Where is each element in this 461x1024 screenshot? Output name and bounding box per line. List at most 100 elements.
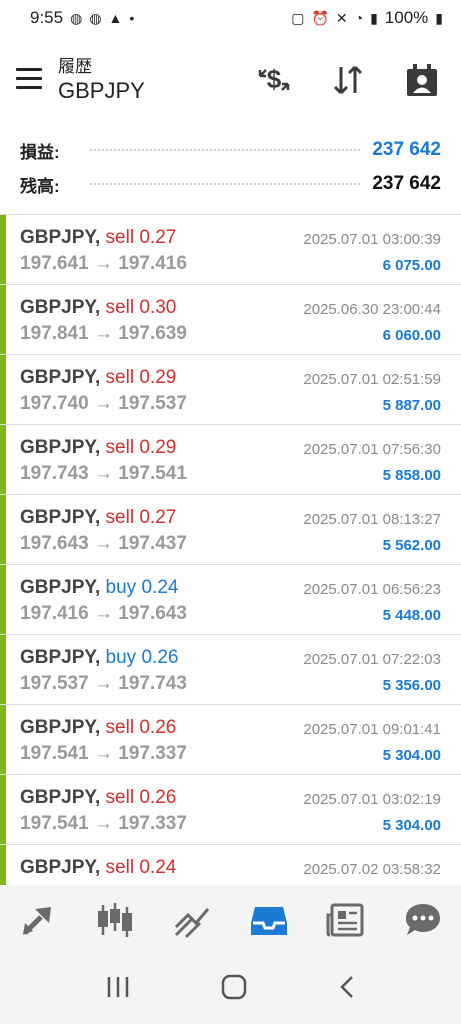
- deal-prices: 197.643 → 197.437: [20, 533, 187, 555]
- status-bar: 9:55 ◍ ◍ ▲ • ▢ ⏰ ✕ ◔ ▮ 100% ▮: [0, 0, 461, 36]
- deal-symbol-line: GBPJPY, sell 0.29: [20, 367, 176, 389]
- deal-close-price: 197.537: [118, 393, 187, 414]
- currency-exchange-svg: $: [258, 64, 290, 94]
- battery-percent: 100%: [384, 8, 429, 27]
- deal-row[interactable]: GBPJPY, buy 0.26 197.537 → 197.743 2025.07…: [0, 635, 461, 705]
- deal-row-accent: [0, 565, 6, 634]
- news-svg: [326, 903, 364, 937]
- deal-profit: 5 304.00: [382, 817, 441, 834]
- deal-open-price: 197.537: [20, 673, 89, 694]
- messenger-icon: ◍: [70, 9, 83, 26]
- sort-icon[interactable]: [328, 60, 368, 100]
- deal-row[interactable]: GBPJPY, buy 0.24 197.416 → 197.643 2025.07…: [0, 565, 461, 635]
- deal-row[interactable]: GBPJPY, sell 0.24 2025.07.02 03:58:32: [0, 845, 461, 885]
- deal-side: sell: [105, 857, 135, 878]
- deal-row-accent: [0, 215, 6, 284]
- trade-icon[interactable]: [15, 897, 61, 943]
- deal-time: 2025.07.01 08:13:27: [303, 511, 441, 528]
- menu-icon[interactable]: [16, 68, 42, 90]
- deal-row[interactable]: GBPJPY, sell 0.26 197.541 → 197.337 2025.0…: [0, 705, 461, 775]
- calendar-account-icon[interactable]: [402, 60, 442, 100]
- profit-label: 損益:: [20, 142, 60, 162]
- deal-row-accent: [0, 495, 6, 564]
- deal-symbol-line: GBPJPY, sell 0.27: [20, 507, 176, 529]
- deal-close-price: 197.337: [118, 743, 187, 764]
- battery-icon: ▮: [435, 9, 443, 26]
- mute-icon: ✕: [335, 9, 348, 26]
- arrow-right-icon: →: [93, 813, 113, 834]
- deal-symbol: GBPJPY,: [20, 437, 101, 458]
- page-title[interactable]: GBPJPY: [58, 78, 145, 104]
- deal-symbol: GBPJPY,: [20, 857, 101, 878]
- deal-prices: 197.841 → 197.639: [20, 323, 187, 345]
- summary-panel: 損益: 237 642 残高: 237 642: [0, 128, 461, 214]
- home-svg: [221, 974, 246, 1000]
- deal-profit: 5 448.00: [382, 607, 441, 624]
- deal-row[interactable]: GBPJPY, sell 0.29 197.743 → 197.541 2025.0…: [0, 425, 461, 495]
- deal-row[interactable]: GBPJPY, sell 0.26 197.541 → 197.337 2025.0…: [0, 775, 461, 845]
- currency-exchange-icon[interactable]: $: [254, 60, 294, 100]
- deal-side: sell: [105, 227, 135, 248]
- deal-side: sell: [105, 717, 135, 738]
- history-icon[interactable]: [246, 897, 292, 943]
- quotes-icon[interactable]: [92, 897, 138, 943]
- wifi-icon: ◔: [354, 10, 364, 26]
- deal-symbol-line: GBPJPY, sell 0.26: [20, 717, 176, 739]
- deal-profit: 5 304.00: [382, 747, 441, 764]
- balance-value: 237 642: [372, 173, 441, 194]
- deal-prices: 197.537 → 197.743: [20, 673, 187, 695]
- deal-row-accent: [0, 705, 6, 774]
- app-bar: 履歴 GBPJPY $: [0, 44, 461, 124]
- signal-icon: ▮: [370, 9, 378, 26]
- deal-row[interactable]: GBPJPY, sell 0.30 197.841 → 197.639 2025.0…: [0, 285, 461, 355]
- deal-volume: 0.27: [139, 507, 177, 528]
- deal-open-price: 197.416: [20, 603, 89, 624]
- deal-time: 2025.06.30 23:00:44: [303, 301, 441, 318]
- arrow-right-icon: →: [93, 323, 113, 344]
- quotes-svg: [98, 903, 133, 937]
- arrow-right-icon: →: [93, 533, 113, 554]
- deal-prices: 197.743 → 197.541: [20, 463, 187, 485]
- deal-open-price: 197.743: [20, 463, 89, 484]
- chart-svg: [175, 908, 210, 939]
- deal-close-price: 197.643: [118, 603, 187, 624]
- deal-symbol-line: GBPJPY, sell 0.27: [20, 227, 176, 249]
- deal-symbol-line: GBPJPY, sell 0.29: [20, 437, 176, 459]
- deal-side: sell: [105, 367, 135, 388]
- chat-icon[interactable]: [400, 897, 446, 943]
- bottom-navigation: [0, 885, 461, 955]
- deal-open-price: 197.740: [20, 393, 89, 414]
- deal-symbol: GBPJPY,: [20, 787, 101, 808]
- deal-prices: 197.541 → 197.337: [20, 743, 187, 765]
- deal-volume: 0.26: [139, 717, 177, 738]
- dot-icon: •: [129, 10, 135, 26]
- calendar-account-svg: [407, 64, 437, 96]
- deal-symbol-line: GBPJPY, sell 0.30: [20, 297, 176, 319]
- history-svg: [250, 907, 287, 935]
- arrow-right-icon: →: [93, 743, 113, 764]
- back-icon[interactable]: [337, 974, 357, 1005]
- deal-time: 2025.07.01 09:01:41: [303, 721, 441, 738]
- deal-symbol: GBPJPY,: [20, 647, 101, 668]
- home-icon[interactable]: [220, 973, 248, 1006]
- deal-volume: 0.26: [139, 787, 177, 808]
- deal-row[interactable]: GBPJPY, sell 0.29 197.740 → 197.537 2025.0…: [0, 355, 461, 425]
- arrow-right-icon: →: [93, 463, 113, 484]
- sort-svg: [333, 65, 363, 95]
- deal-side: sell: [105, 507, 135, 528]
- arrow-right-icon: →: [93, 253, 113, 274]
- deal-row[interactable]: GBPJPY, sell 0.27 197.641 → 197.416 2025.0…: [0, 215, 461, 285]
- deal-profit: 5 858.00: [382, 467, 441, 484]
- recent-apps-icon[interactable]: [105, 975, 131, 1004]
- deal-row-accent: [0, 775, 6, 844]
- deal-close-price: 197.416: [118, 253, 187, 274]
- deal-close-price: 197.541: [118, 463, 187, 484]
- chart-icon[interactable]: [169, 897, 215, 943]
- deal-row[interactable]: GBPJPY, sell 0.27 197.643 → 197.437 2025.0…: [0, 495, 461, 565]
- deal-time: 2025.07.01 03:00:39: [303, 231, 441, 248]
- news-icon[interactable]: [323, 897, 369, 943]
- deal-side: sell: [105, 437, 135, 458]
- deal-list[interactable]: GBPJPY, sell 0.27 197.641 → 197.416 2025.0…: [0, 215, 461, 885]
- deal-side: sell: [105, 297, 135, 318]
- deal-symbol: GBPJPY,: [20, 717, 101, 738]
